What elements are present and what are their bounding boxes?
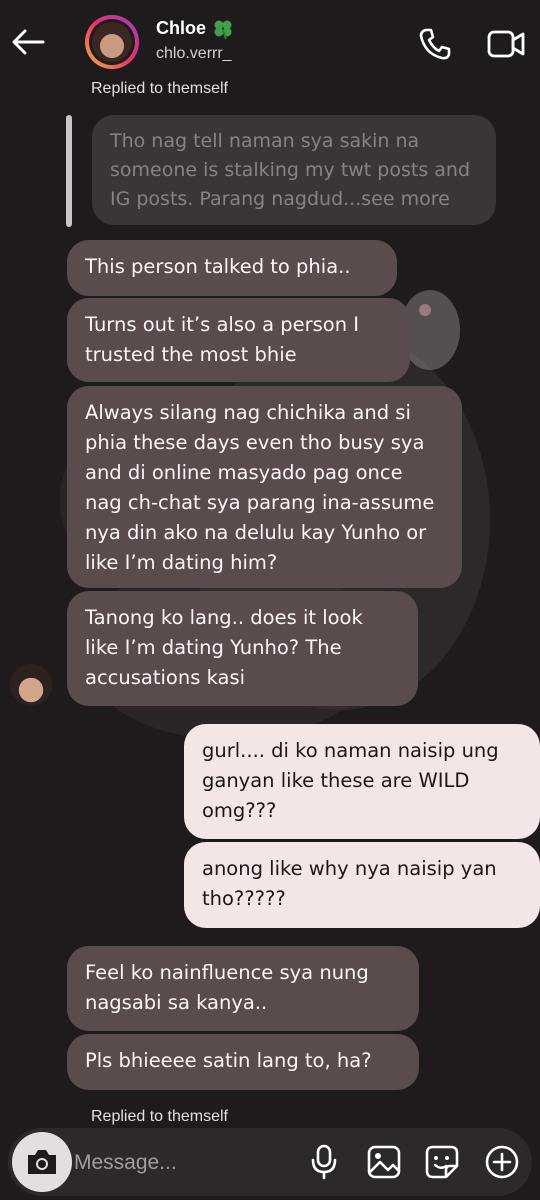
message-bubble-sent[interactable]: anong like why nya naisip yan tho?????: [184, 842, 540, 928]
video-call-button[interactable]: [484, 24, 528, 64]
camera-icon: [28, 1150, 56, 1174]
message-bubble-received[interactable]: This person talked to phia..: [67, 240, 397, 296]
audio-call-button[interactable]: [415, 24, 455, 64]
phone-icon: [419, 28, 451, 60]
microphone-icon: [311, 1144, 337, 1180]
contact-avatar[interactable]: [85, 15, 139, 69]
message-bubble-received[interactable]: Turns out it’s also a person I trusted t…: [67, 298, 410, 382]
message-input[interactable]: [72, 1138, 302, 1188]
add-icon: [485, 1145, 519, 1179]
message-bubble-received[interactable]: Tanong ko lang.. does it look like I’m d…: [67, 591, 418, 706]
sender-avatar[interactable]: [10, 664, 52, 706]
reply-indicator-bar: [66, 115, 72, 227]
voice-message-button[interactable]: [304, 1142, 344, 1182]
contact-username[interactable]: chlo.verrr_: [156, 45, 232, 63]
replied-label: Replied to themself: [91, 80, 228, 97]
four-leaf-clover-icon: [214, 20, 232, 40]
camera-button[interactable]: [12, 1132, 72, 1192]
quoted-message[interactable]: Tho nag tell naman sya sakin na someone …: [92, 115, 496, 225]
gallery-button[interactable]: [364, 1142, 404, 1182]
message-composer: [8, 1128, 532, 1196]
more-options-button[interactable]: [482, 1142, 522, 1182]
message-bubble-received[interactable]: Feel ko nainfluence sya nung nagsabi sa …: [67, 946, 419, 1031]
video-camera-icon: [487, 30, 525, 58]
message-bubble-received[interactable]: Pls bhieeee satin lang to, ha?: [67, 1034, 419, 1090]
image-icon: [367, 1145, 401, 1179]
chat-header: Chloe chlo.verrr_: [0, 0, 540, 86]
message-bubble-received[interactable]: Always silang nag chichika and si phia t…: [67, 386, 462, 588]
sticker-icon: [425, 1145, 459, 1179]
message-bubble-sent[interactable]: gurl.... di ko naman naisip ung ganyan l…: [184, 724, 540, 839]
contact-name[interactable]: Chloe: [156, 18, 206, 39]
back-button[interactable]: [8, 22, 48, 62]
sticker-button[interactable]: [422, 1142, 462, 1182]
back-arrow-icon: [12, 29, 45, 55]
replied-label: Replied to themself: [91, 1108, 228, 1125]
